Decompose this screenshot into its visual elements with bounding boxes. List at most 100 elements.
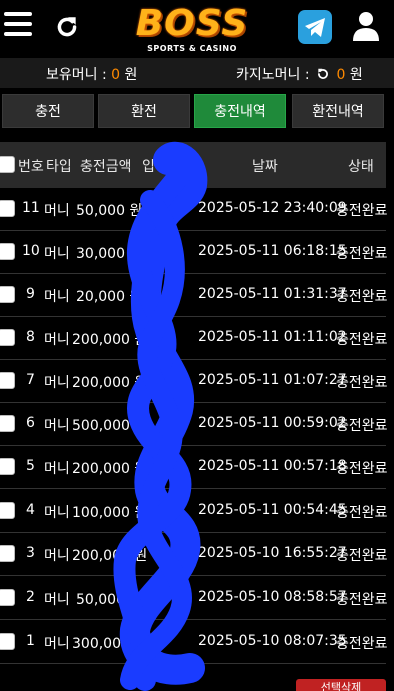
row-amount: 200,000 원 (72, 461, 148, 477)
row-amount: 200,000 원 (72, 375, 148, 391)
header-status: 상태 (348, 159, 374, 175)
table-row: 4 머니 100,000 원 2025-05-11 00:54:45 충전완료 (0, 490, 388, 533)
casino-value: 0 (336, 67, 346, 83)
logo-text: BOSS (135, 3, 249, 44)
tab-withdraw[interactable]: 환전 (98, 94, 190, 128)
row-checkbox[interactable] (0, 502, 15, 519)
row-status: 충전완료 (336, 289, 388, 305)
row-amount: 200,000 원 (72, 332, 148, 348)
row-type: 머니 (44, 246, 70, 262)
row-status: 충전완료 (336, 418, 388, 434)
hamburger-menu-icon[interactable] (4, 12, 32, 40)
row-checkbox[interactable] (0, 372, 15, 389)
table-row: 1 머니 300,000 원 2025-05-10 08:07:35 충전완료 (0, 621, 388, 664)
row-no: 4 (26, 502, 35, 518)
row-no: 5 (26, 458, 35, 474)
row-date: 2025-05-10 08:07:35 (198, 633, 347, 649)
row-date: 2025-05-11 01:31:37 (198, 286, 347, 302)
row-checkbox[interactable] (0, 633, 15, 650)
row-type: 머니 (44, 332, 70, 348)
casino-label: 카지노머니 : (236, 67, 310, 83)
row-amount: 300,000 원 (72, 636, 148, 652)
row-amount: 200,000 원 (72, 548, 148, 564)
row-type: 머니 (44, 289, 70, 305)
row-status: 충전완료 (336, 592, 388, 608)
row-status: 충전완료 (336, 461, 388, 477)
holding-value: 0 (111, 67, 121, 83)
row-status: 충전완료 (336, 332, 388, 348)
table-row: 11 머니 50,000 원 2025-05-12 23:40:09 충전완료 (0, 188, 388, 231)
row-type: 머니 (44, 636, 70, 652)
holding-money: 보유머니 : 0 원 (46, 64, 137, 84)
header-date: 날짜 (252, 159, 278, 175)
header-type: 타입 (46, 159, 72, 175)
row-checkbox[interactable] (0, 200, 15, 217)
row-date: 2025-05-11 06:18:15 (198, 243, 347, 259)
row-no: 10 (22, 243, 40, 259)
row-checkbox[interactable] (0, 286, 15, 303)
table-row: 5 머니 200,000 원 2025-05-11 00:57:18 충전완료 (0, 446, 388, 489)
header-amount: 충전금액 (80, 159, 132, 175)
row-date: 2025-05-11 00:54:45 (198, 502, 347, 518)
row-type: 머니 (44, 418, 70, 434)
row-no: 1 (26, 633, 35, 649)
telegram-icon[interactable] (298, 10, 332, 44)
row-checkbox[interactable] (0, 545, 15, 562)
row-no: 6 (26, 415, 35, 431)
row-amount: 50,000 원 (76, 203, 143, 219)
logo-subtext: SPORTS & CASINO (147, 44, 237, 53)
holding-label: 보유머니 : (46, 67, 107, 83)
row-checkbox[interactable] (0, 589, 15, 606)
row-status: 충전완료 (336, 636, 388, 652)
casino-refresh-icon[interactable] (316, 67, 330, 81)
row-type: 머니 (44, 461, 70, 477)
table-row: 8 머니 200,000 원 2025-05-11 01:11:02 충전완료 (0, 317, 388, 360)
table-row: 3 머니 200,000 원 2025-05-10 16:55:27 충전완료 (0, 533, 388, 576)
table-row: 7 머니 200,000 원 2025-05-11 01:07:27 충전완료 (0, 360, 388, 403)
row-status: 충전완료 (336, 548, 388, 564)
tab-deposit-history[interactable]: 충전내역 (194, 94, 286, 128)
row-date: 2025-05-10 16:55:27 (198, 545, 347, 561)
header-in: 입 (142, 159, 155, 175)
row-type: 머니 (44, 548, 70, 564)
row-type: 머니 (44, 375, 70, 391)
header-no: 번호 (18, 159, 44, 175)
row-amount: 30,000 원 (76, 246, 143, 262)
row-amount: 20,000 원 (76, 289, 143, 305)
tab-deposit[interactable]: 충전 (2, 94, 94, 128)
row-date: 2025-05-10 08:58:57 (198, 589, 347, 605)
row-amount: 500,000 원 (72, 418, 148, 434)
row-status: 충전완료 (336, 203, 388, 219)
balance-bar: 보유머니 : 0 원 카지노머니 : 0 원 (0, 58, 394, 88)
boss-logo[interactable]: BOSS SPORTS & CASINO (128, 4, 256, 56)
row-status: 충전완료 (336, 375, 388, 391)
row-type: 머니 (44, 203, 70, 219)
row-amount: 50,000 원 (76, 592, 143, 608)
table-row: 9 머니 20,000 원 2025-05-11 01:31:37 충전완료 (0, 274, 388, 317)
row-checkbox[interactable] (0, 415, 15, 432)
delete-selected-button[interactable]: 선택삭제 (296, 679, 386, 691)
row-no: 7 (26, 372, 35, 388)
user-icon[interactable] (350, 10, 382, 42)
top-bar: BOSS SPORTS & CASINO (0, 0, 394, 56)
row-no: 2 (26, 589, 35, 605)
table-row: 10 머니 30,000 원 2025-05-11 06:18:15 충전완료 (0, 231, 388, 274)
row-no: 9 (26, 286, 35, 302)
row-date: 2025-05-11 01:07:27 (198, 372, 347, 388)
row-no: 3 (26, 545, 35, 561)
table-row: 6 머니 500,000 원 2025-05-11 00:59:02 충전완료 (0, 403, 388, 446)
tab-withdraw-history[interactable]: 환전내역 (292, 94, 384, 128)
refresh-icon[interactable] (54, 14, 80, 40)
row-status: 충전완료 (336, 505, 388, 521)
row-amount: 100,000 원 (72, 505, 148, 521)
select-all-checkbox[interactable] (0, 156, 15, 173)
row-no: 8 (26, 329, 35, 345)
row-date: 2025-05-12 23:40:09 (198, 200, 347, 216)
row-checkbox[interactable] (0, 458, 15, 475)
row-checkbox[interactable] (0, 329, 15, 346)
row-checkbox[interactable] (0, 243, 15, 260)
row-date: 2025-05-11 00:59:02 (198, 415, 347, 431)
row-date: 2025-05-11 00:57:18 (198, 458, 347, 474)
row-type: 머니 (44, 505, 70, 521)
holding-unit: 원 (124, 67, 138, 83)
